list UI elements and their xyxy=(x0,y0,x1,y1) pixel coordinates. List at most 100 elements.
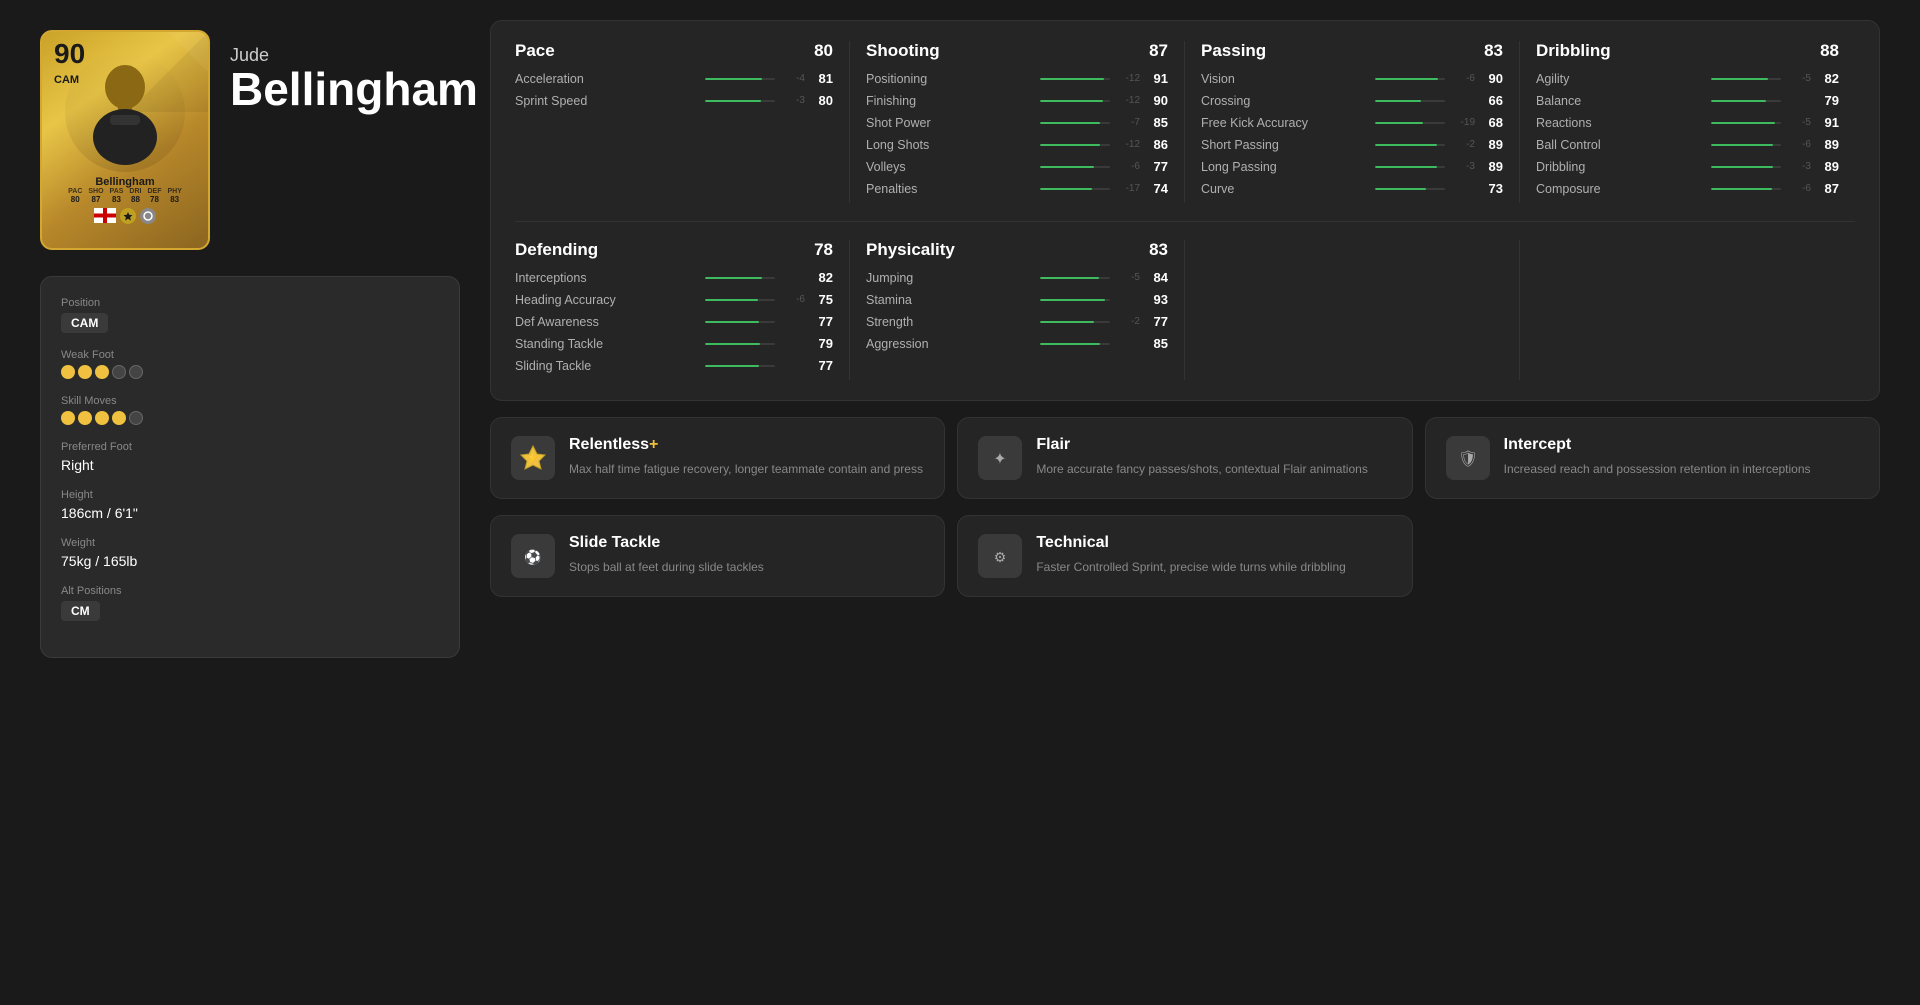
technical-content: Technical Faster Controlled Sprint, prec… xyxy=(1036,534,1345,576)
club-icon-svg xyxy=(143,211,153,221)
jumping-val: 84 xyxy=(1146,270,1168,285)
svg-text:🛡: 🛡 xyxy=(1458,450,1478,468)
positioning-label: Positioning xyxy=(866,72,1034,86)
long-shots-delta: -12 xyxy=(1116,139,1140,150)
jumping-delta: -5 xyxy=(1116,272,1140,283)
stat-balance: Balance 79 xyxy=(1536,93,1839,108)
balance-label: Balance xyxy=(1536,94,1705,108)
def-awareness-val: 77 xyxy=(811,314,833,329)
interceptions-label: Interceptions xyxy=(515,271,699,285)
standing-tackle-val: 79 xyxy=(811,336,833,351)
balance-bar xyxy=(1711,100,1781,102)
slide-tackle-name: Slide Tackle xyxy=(569,534,764,552)
dribbling-attr-delta: -3 xyxy=(1787,161,1811,172)
skill-moves-stars xyxy=(61,411,439,425)
curve-bar xyxy=(1375,188,1445,190)
pace-score: 80 xyxy=(814,41,833,61)
alt-positions-section: Alt Positions CM xyxy=(61,585,439,621)
stat-volleys: Volleys -6 77 xyxy=(866,159,1168,174)
technical-icon-svg: ⚙ xyxy=(986,542,1014,570)
shot-power-delta: -7 xyxy=(1116,117,1140,128)
svg-text:✦: ✦ xyxy=(994,451,1007,468)
left-panel: 90 CAM Bellingham xyxy=(40,20,460,658)
trait-technical: ⚙ Technical Faster Controlled Sprint, pr… xyxy=(957,515,1412,597)
stat-dri-val: 88 xyxy=(131,195,140,204)
stat-long-shots: Long Shots -12 86 xyxy=(866,137,1168,152)
standing-tackle-label: Standing Tackle xyxy=(515,337,699,351)
dribbling-attr-label: Dribbling xyxy=(1536,160,1705,174)
aggression-bar xyxy=(1040,343,1110,345)
skill-star-5 xyxy=(129,411,143,425)
dribbling-score: 88 xyxy=(1820,41,1839,61)
passing-header: Passing 83 xyxy=(1201,41,1503,61)
stat-short-passing: Short Passing -2 89 xyxy=(1201,137,1503,152)
defending-name: Defending xyxy=(515,240,598,260)
short-passing-val: 89 xyxy=(1481,137,1503,152)
ball-control-label: Ball Control xyxy=(1536,138,1705,152)
strength-label: Strength xyxy=(866,315,1034,329)
jumping-bar xyxy=(1040,277,1110,279)
defending-header: Defending 78 xyxy=(515,240,833,260)
trait-flair: ✦ Flair More accurate fancy passes/shots… xyxy=(957,417,1412,499)
long-shots-bar xyxy=(1040,144,1110,146)
position-section: Position CAM xyxy=(61,297,439,333)
defending-column: Defending 78 Interceptions 82 Heading Ac… xyxy=(515,240,850,380)
aggression-label: Aggression xyxy=(866,337,1034,351)
preferred-foot-value: Right xyxy=(61,457,439,473)
penalties-delta: -17 xyxy=(1116,183,1140,194)
star-5 xyxy=(129,365,143,379)
strength-val: 77 xyxy=(1146,314,1168,329)
stat-def-label: DEF xyxy=(147,188,161,195)
player-header: 90 CAM Bellingham xyxy=(40,20,460,260)
vision-bar xyxy=(1375,78,1445,80)
skill-star-2 xyxy=(78,411,92,425)
flair-icon-svg: ✦ xyxy=(986,444,1014,472)
shooting-header: Shooting 87 xyxy=(866,41,1168,61)
dribbling-name: Dribbling xyxy=(1536,41,1611,61)
stat-jumping: Jumping -5 84 xyxy=(866,270,1168,285)
stamina-val: 93 xyxy=(1146,292,1168,307)
card-stat-phy: PHY 83 xyxy=(167,188,181,204)
height-section: Height 186cm / 6'1" xyxy=(61,489,439,521)
slide-tackle-icon-svg: ⚽ xyxy=(519,542,547,570)
relentless-icon-svg: ⚡ xyxy=(519,444,547,472)
empty-col-3 xyxy=(1185,240,1520,380)
skill-moves-label: Skill Moves xyxy=(61,395,439,407)
trait-slide-tackle: ⚽ Slide Tackle Stops ball at feet during… xyxy=(490,515,945,597)
stat-shot-power: Shot Power -7 85 xyxy=(866,115,1168,130)
stat-sliding-tackle: Sliding Tackle 77 xyxy=(515,358,833,373)
svg-text:⚡: ⚡ xyxy=(527,451,539,464)
stat-pac-label: PAC xyxy=(68,188,82,195)
finishing-bar xyxy=(1040,100,1110,102)
stat-pas-val: 83 xyxy=(112,195,121,204)
agility-delta: -5 xyxy=(1787,73,1811,84)
strength-bar xyxy=(1040,321,1110,323)
slide-tackle-content: Slide Tackle Stops ball at feet during s… xyxy=(569,534,764,576)
reactions-delta: -5 xyxy=(1787,117,1811,128)
free-kick-label: Free Kick Accuracy xyxy=(1201,116,1369,130)
stat-stamina: Stamina 93 xyxy=(866,292,1168,307)
sliding-tackle-val: 77 xyxy=(811,358,833,373)
intercept-icon-svg: 🛡 xyxy=(1454,444,1482,472)
stat-phy-val: 83 xyxy=(170,195,179,204)
alt-positions-label: Alt Positions xyxy=(61,585,439,597)
free-kick-bar xyxy=(1375,122,1445,124)
stat-sprint-speed: Sprint Speed -3 80 xyxy=(515,93,833,108)
flair-icon: ✦ xyxy=(978,436,1022,480)
pace-header: Pace 80 xyxy=(515,41,833,61)
positioning-bar xyxy=(1040,78,1110,80)
slide-tackle-icon: ⚽ xyxy=(511,534,555,578)
card-stat-def: DEF 78 xyxy=(147,188,161,204)
empty-col-4 xyxy=(1520,240,1855,380)
star-1 xyxy=(61,365,75,379)
star-2 xyxy=(78,365,92,379)
player-silhouette-svg xyxy=(70,57,180,167)
reactions-bar xyxy=(1711,122,1781,124)
stat-crossing: Crossing 66 xyxy=(1201,93,1503,108)
stat-heading-accuracy: Heading Accuracy -6 75 xyxy=(515,292,833,307)
flair-name: Flair xyxy=(1036,436,1368,454)
stat-dri-label: DRI xyxy=(129,188,141,195)
stat-pas-label: PAS xyxy=(110,188,124,195)
physicality-name: Physicality xyxy=(866,240,955,260)
free-kick-delta: -19 xyxy=(1451,117,1475,128)
